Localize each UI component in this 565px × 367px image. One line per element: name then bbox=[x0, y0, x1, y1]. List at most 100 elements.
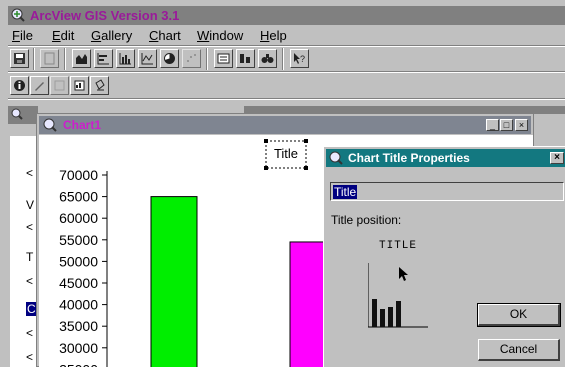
app-titlebar[interactable]: ArcView GIS Version 3.1 bbox=[8, 6, 565, 25]
pie-chart-button[interactable] bbox=[160, 49, 179, 68]
chart-doc-icon bbox=[43, 118, 57, 132]
dialog-close-button[interactable]: × bbox=[550, 152, 564, 164]
arcview-application: ArcView GIS Version 3.1 File Edit Galler… bbox=[0, 0, 565, 367]
line-chart-icon bbox=[141, 53, 153, 65]
project-item[interactable]: < bbox=[26, 166, 33, 180]
area-chart-icon bbox=[76, 54, 87, 64]
identify-tool[interactable] bbox=[10, 76, 29, 95]
groups-button[interactable] bbox=[236, 49, 255, 68]
y-tick-label: 40000 bbox=[59, 297, 98, 313]
series-color-tool[interactable] bbox=[70, 76, 89, 95]
menu-edit[interactable]: Edit bbox=[52, 28, 74, 43]
project-item[interactable]: < bbox=[26, 220, 33, 234]
xy-scatter-button[interactable] bbox=[182, 49, 201, 68]
series-button[interactable] bbox=[214, 49, 233, 68]
y-tick-label: 60000 bbox=[59, 210, 98, 226]
help-button[interactable]: ? bbox=[290, 49, 309, 68]
info-icon bbox=[14, 80, 25, 91]
project-window-titlebar[interactable] bbox=[8, 106, 38, 124]
app-title: ArcView GIS Version 3.1 bbox=[30, 8, 180, 23]
chart-window-titlebar[interactable]: Chart1 _ □ × bbox=[39, 116, 531, 134]
project-icon bbox=[11, 108, 23, 120]
line-chart-button[interactable] bbox=[138, 49, 157, 68]
minimize-button[interactable]: _ bbox=[486, 119, 499, 131]
selection-handle bbox=[264, 139, 268, 143]
binoculars-icon bbox=[261, 54, 274, 63]
find-button[interactable] bbox=[258, 49, 277, 68]
selection-handle bbox=[304, 166, 308, 170]
project-window[interactable]: < V < T < C < < bbox=[8, 106, 38, 367]
save-button[interactable] bbox=[10, 49, 29, 68]
menu-mnemonic: W bbox=[197, 28, 210, 43]
pencil-icon bbox=[35, 82, 44, 91]
menu-gallery[interactable]: Gallery bbox=[91, 28, 132, 43]
title-text-field[interactable]: Title bbox=[330, 182, 564, 201]
properties-icon bbox=[44, 52, 55, 65]
color-series-icon bbox=[74, 80, 85, 91]
toolbar-separator bbox=[206, 48, 208, 70]
title-position-label: Title position: bbox=[331, 213, 402, 227]
close-button[interactable]: × bbox=[515, 119, 528, 131]
toolbar-divider bbox=[8, 45, 565, 47]
menu-chart[interactable]: Chart bbox=[149, 28, 181, 43]
menu-file-rest: ile bbox=[19, 28, 33, 43]
bar-1 bbox=[150, 196, 198, 367]
selection-handle bbox=[304, 139, 308, 143]
project-item[interactable]: < bbox=[26, 326, 33, 340]
ok-button[interactable]: OK bbox=[477, 303, 561, 327]
title-position-preview-text[interactable]: TITLE bbox=[379, 240, 417, 252]
arcview-globe-icon bbox=[11, 8, 25, 22]
pie-chart-icon bbox=[164, 53, 175, 64]
bar-chart-button[interactable] bbox=[94, 49, 113, 68]
menu-mnemonic: C bbox=[149, 28, 159, 43]
y-tick-label: 65000 bbox=[59, 189, 98, 205]
dialog-title: Chart Title Properties bbox=[348, 151, 470, 165]
y-tick-label: 35000 bbox=[59, 318, 98, 334]
y-tick-label: 30000 bbox=[59, 340, 98, 356]
maximize-button[interactable]: □ bbox=[500, 119, 513, 131]
menu-edit-rest: dit bbox=[60, 28, 75, 43]
title-text-value: Title bbox=[333, 185, 358, 199]
help-pointer-icon: ? bbox=[294, 53, 305, 64]
toolbar-separator bbox=[33, 48, 35, 70]
dialog-titlebar[interactable]: Chart Title Properties × bbox=[326, 149, 565, 167]
menu-gallery-rest: allery bbox=[101, 28, 133, 43]
menu-bar: File Edit Gallery Chart Window Help bbox=[8, 26, 565, 44]
project-item[interactable]: T bbox=[26, 250, 33, 264]
chart-title-properties-dialog[interactable]: Chart Title Properties × Title Title pos… bbox=[323, 146, 565, 367]
column-chart-icon bbox=[119, 53, 131, 65]
chart-title[interactable]: Title bbox=[274, 146, 298, 161]
dialog-app-icon bbox=[329, 151, 343, 165]
toolbar-separator bbox=[282, 48, 284, 70]
y-tick-label: 25000 bbox=[59, 361, 98, 367]
cancel-button[interactable]: Cancel bbox=[478, 339, 560, 361]
y-tick-label: 70000 bbox=[59, 167, 98, 183]
selection-handle bbox=[264, 166, 268, 170]
menu-help[interactable]: Help bbox=[260, 28, 287, 43]
menu-window[interactable]: Window bbox=[197, 28, 243, 43]
paint-bucket-icon bbox=[95, 79, 105, 91]
menu-mnemonic: H bbox=[260, 28, 270, 43]
horizontal-bar-chart-icon bbox=[97, 53, 109, 65]
area-chart-button[interactable] bbox=[72, 49, 91, 68]
paint-tool[interactable] bbox=[90, 76, 109, 95]
toolbar-separator bbox=[64, 48, 66, 70]
column-chart-button[interactable] bbox=[116, 49, 135, 68]
y-tick-label: 45000 bbox=[59, 275, 98, 291]
toolbar-divider bbox=[8, 98, 565, 100]
pencil-tool[interactable] bbox=[30, 76, 49, 95]
save-icon bbox=[14, 53, 25, 64]
toolbar-divider bbox=[8, 71, 565, 73]
chart-element-icon bbox=[54, 80, 65, 91]
project-item[interactable]: < bbox=[26, 350, 33, 364]
properties-button[interactable] bbox=[40, 49, 59, 68]
project-item[interactable]: V bbox=[26, 198, 34, 212]
erase-tool[interactable] bbox=[50, 76, 69, 95]
menu-file[interactable]: File bbox=[12, 28, 33, 43]
menu-mnemonic: F bbox=[12, 28, 20, 43]
project-item[interactable]: < bbox=[26, 274, 33, 288]
svg-text:?: ? bbox=[300, 54, 305, 64]
title-position-preview[interactable] bbox=[368, 261, 438, 331]
series-icon bbox=[217, 53, 230, 64]
scatter-chart-icon bbox=[187, 54, 196, 62]
